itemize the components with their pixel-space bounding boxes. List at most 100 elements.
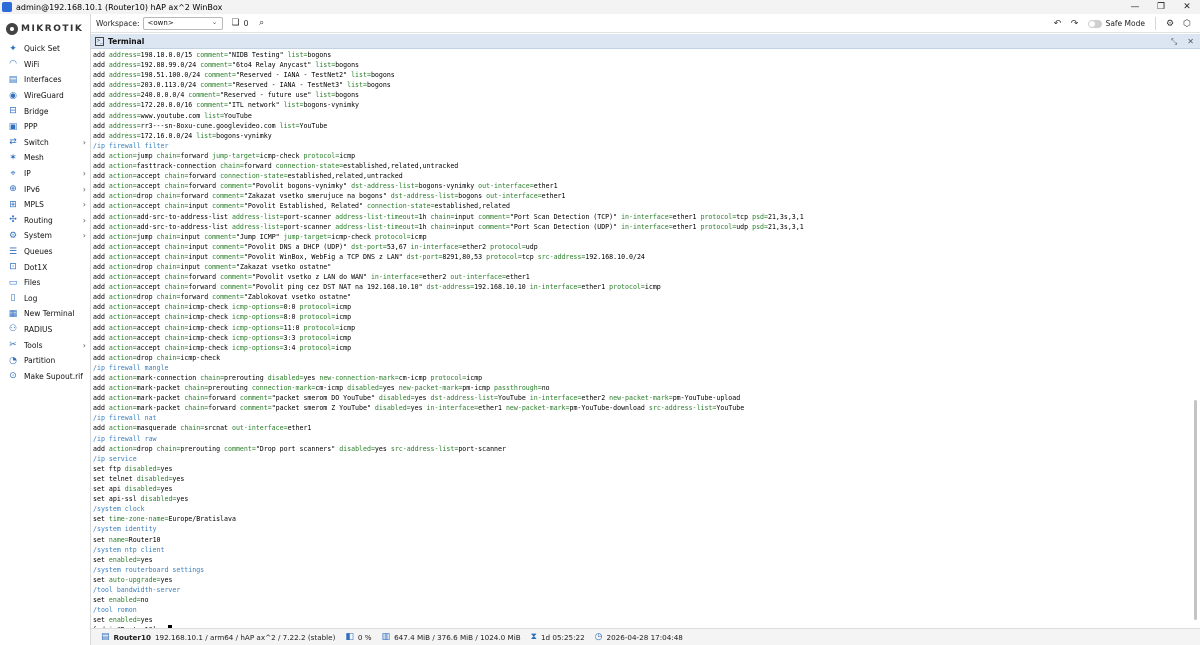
terminal-token: accept — [136, 182, 165, 191]
terminal-token: add — [93, 293, 109, 302]
terminal-token: protocol= — [609, 283, 645, 292]
terminal-token: yes — [414, 394, 431, 403]
terminal-token: connection-state= — [275, 162, 344, 171]
sidebar-item-tools[interactable]: ✂ Tools › — [0, 337, 91, 353]
terminal-token: "Povolit bogons-vynimky" — [251, 182, 352, 191]
maximize-button[interactable]: ❐ — [1148, 0, 1174, 14]
terminal-line: add address=172.16.0.0/24 list=bogons-vy… — [93, 131, 1188, 141]
sidebar-item-routing[interactable]: ✣ Routing › — [0, 213, 91, 229]
minimize-button[interactable]: — — [1122, 0, 1148, 14]
terminal-line: add action=drop chain=forward comment="Z… — [93, 292, 1188, 302]
terminal-line: set telnet disabled=yes — [93, 474, 1188, 484]
terminal-token: add — [93, 252, 109, 261]
terminal-token: ether1 — [478, 404, 506, 413]
terminal-token: accept — [136, 283, 165, 292]
terminal-token: chain= — [430, 212, 455, 221]
terminal-token: add — [93, 384, 109, 393]
sidebar-nav: ✦ Quick Set ◠ WiFi ▤ Interfaces ◉ WireGuard ⊟ Bri… — [0, 41, 91, 384]
sidebar-item-label: Mesh — [24, 153, 44, 163]
terminal-token: chain= — [164, 313, 189, 322]
sidebar-item-interfaces[interactable]: ▤ Interfaces — [0, 72, 91, 88]
terminal-token: "NIDB Testing" — [228, 51, 288, 59]
terminal-token: "Zakazat vsetko smerujuce na bogons" — [243, 192, 391, 201]
terminal-token: in-interface= — [621, 222, 673, 231]
terminal-token: "packet smerom DO YouTube" — [271, 394, 379, 403]
sidebar-item-ppp[interactable]: ▣ PPP — [0, 119, 91, 135]
sidebar-item-bridge[interactable]: ⊟ Bridge — [0, 103, 91, 119]
sidebar-item-label: RADIUS — [24, 324, 53, 334]
terminal-token: comment= — [212, 202, 244, 211]
terminal-token: ether1 — [581, 283, 610, 292]
sidebar-item-quick-set[interactable]: ✦ Quick Set — [0, 41, 91, 57]
terminal-token: action= — [108, 212, 137, 221]
workspace-select[interactable]: <own> ⌄ — [142, 16, 223, 30]
settings-icon[interactable]: ⚙ — [1163, 17, 1177, 31]
sidebar-item-label: Make Supout.rif — [24, 371, 83, 381]
terminal-token: comment= — [220, 182, 252, 191]
terminal-token: prerouting — [180, 444, 225, 453]
sidebar-item-dot1x[interactable]: ⊡ Dot1X — [0, 259, 91, 275]
sidebar-item-new-terminal[interactable]: ▦ New Terminal — [0, 306, 91, 322]
sidebar-item-mesh[interactable]: ✶ Mesh — [0, 150, 91, 166]
terminal-token: udp — [525, 242, 538, 251]
sidebar-item-system[interactable]: ⚙ System › — [0, 228, 91, 244]
terminal-token: action= — [108, 283, 137, 292]
terminal-token: action= — [108, 182, 137, 191]
wireguard-icon: ◉ — [9, 90, 17, 101]
terminal-token: ether1 — [672, 222, 701, 231]
terminal-token: icmp-options= — [231, 323, 284, 332]
terminal-scrollbar[interactable] — [1194, 400, 1197, 620]
safe-mode-toggle[interactable] — [1087, 19, 1102, 28]
terminal-token: chain= — [164, 202, 189, 211]
terminal-token: accept — [136, 323, 165, 332]
terminal-output[interactable]: add address=198.18.0.0/15 comment="NIDB … — [91, 50, 1200, 628]
terminal-token: icmp — [339, 323, 356, 332]
terminal-token: action= — [108, 162, 137, 171]
terminal-token: "Povolit vsetko z LAN do WAN" — [251, 273, 371, 282]
close-button[interactable]: ✕ — [1174, 0, 1200, 14]
terminal-token: chain= — [184, 404, 209, 413]
sidebar-item-wireguard[interactable]: ◉ WireGuard — [0, 88, 91, 104]
sidebar-item-partition[interactable]: ◔ Partition — [0, 353, 91, 369]
sidebar-item-switch[interactable]: ⇄ Switch › — [0, 135, 91, 151]
sidebar-item-make-supout-rif[interactable]: ⊙ Make Supout.rif — [0, 368, 91, 384]
terminal-token: connection-state= — [220, 172, 288, 181]
terminal-token: chain= — [164, 333, 189, 342]
sidebar-item-ipv6[interactable]: ⊕ IPv6 › — [0, 181, 91, 197]
terminal-token: add — [93, 81, 109, 90]
clock-icon: ◷ — [594, 632, 603, 642]
terminal-token: srcnat — [204, 424, 232, 433]
terminal-token: enabled= — [108, 596, 141, 605]
terminal-token: action= — [108, 192, 137, 201]
terminal-token: mark-packet — [136, 404, 185, 413]
terminal-token: in-interface= — [426, 404, 479, 413]
terminal-close-button[interactable]: ✕ — [1187, 37, 1194, 46]
sidebar-item-ip[interactable]: ⌖ IP › — [0, 166, 91, 182]
terminal-token: /ip service — [93, 454, 137, 463]
sidebar-item-wifi[interactable]: ◠ WiFi — [0, 57, 91, 73]
package-icon[interactable]: ⬡ — [1180, 17, 1194, 31]
search-icon[interactable]: ⌕ — [255, 16, 269, 30]
sidebar-item-radius[interactable]: ⚇ RADIUS — [0, 322, 91, 338]
sidebar-item-mpls[interactable]: ⊞ MPLS › — [0, 197, 91, 213]
terminal-token: input — [454, 212, 479, 221]
terminal-token: add — [93, 273, 109, 282]
undo-icon[interactable]: ↶ — [1051, 17, 1065, 31]
terminal-token: comment= — [200, 61, 232, 70]
redo-icon[interactable]: ↷ — [1068, 17, 1082, 31]
sidebar-item-files[interactable]: ▭ Files — [0, 275, 91, 291]
toolbar: Workspace: <own> ⌄ ❏ 0 ⌕ ↶ ↷ Safe Mode ⚙… — [91, 14, 1200, 33]
sidebar-item-queues[interactable]: ☰ Queues — [0, 244, 91, 260]
collapse-icon[interactable]: ⤡ — [1171, 37, 1177, 47]
terminal-token: yes — [374, 444, 391, 453]
terminal-token: pm-icmp — [462, 384, 495, 393]
terminal-token: icmp — [410, 232, 427, 241]
windows-icon[interactable]: ❏ — [229, 16, 243, 30]
terminal-token: new-packet-mark= — [398, 384, 463, 393]
terminal-token: in-interface= — [529, 394, 582, 403]
terminal-token: out-interface= — [478, 182, 534, 191]
terminal-line: /ip firewall raw — [93, 434, 1188, 444]
sidebar-item-log[interactable]: ▯ Log — [0, 291, 91, 307]
terminal-lines: add address=198.18.0.0/15 comment="NIDB … — [93, 50, 1188, 628]
terminal-token: name= — [108, 535, 129, 544]
